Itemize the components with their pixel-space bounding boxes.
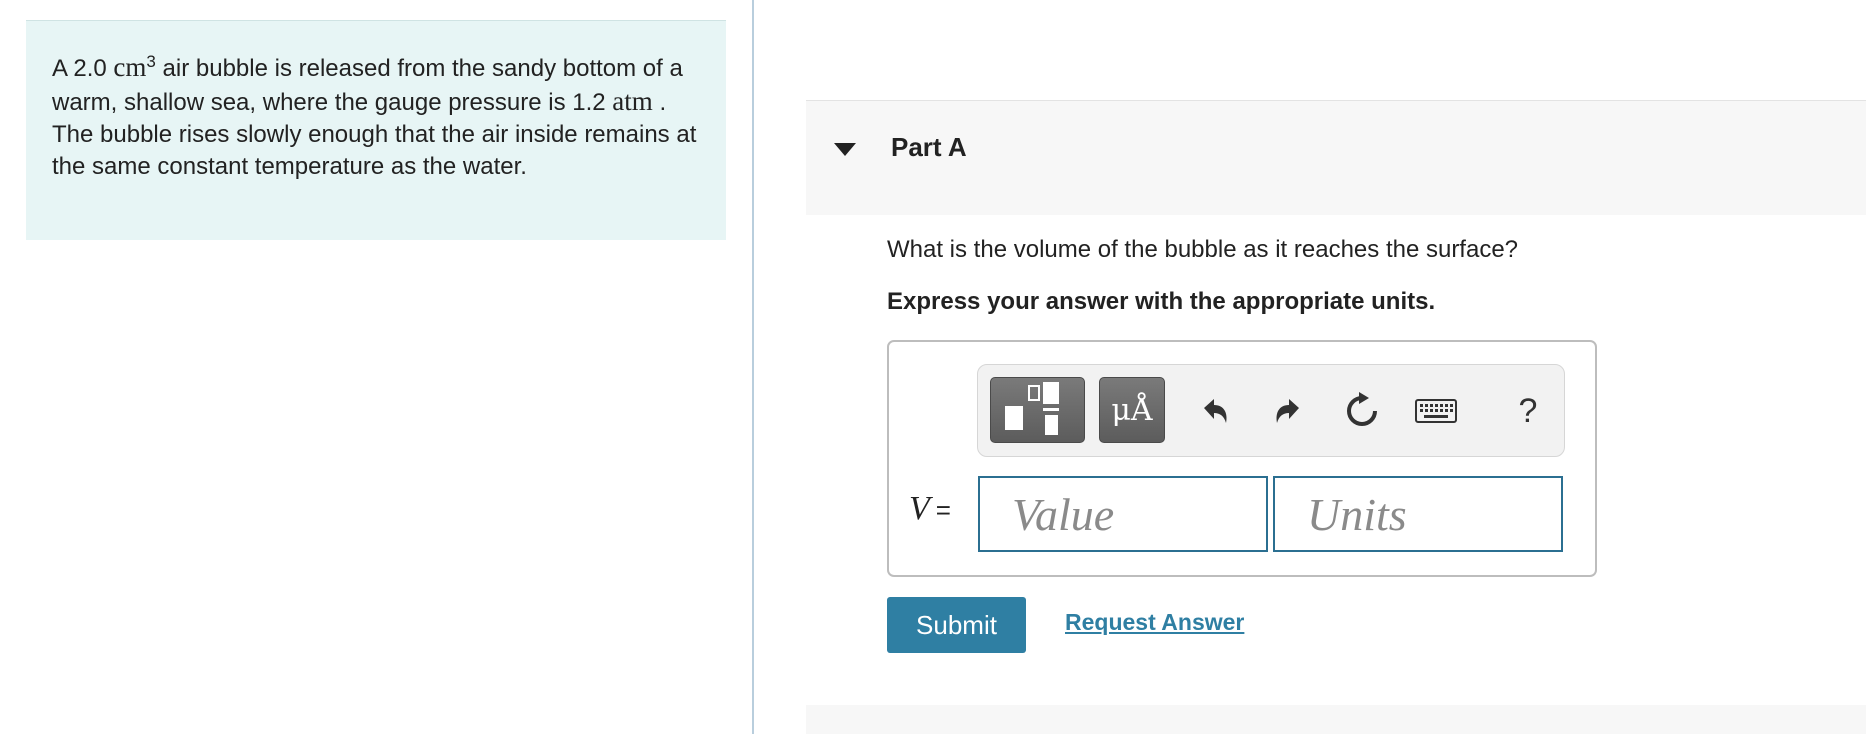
problem-prefix: A 2.0	[52, 55, 107, 82]
equals-sign: =	[935, 495, 951, 525]
question-text: What is the volume of the bubble as it r…	[887, 236, 1519, 263]
panel-divider	[752, 0, 754, 734]
value-input[interactable]	[980, 478, 1266, 550]
units-button[interactable]: μÅ	[1099, 377, 1165, 443]
value-field[interactable]	[978, 476, 1268, 552]
templates-button[interactable]	[990, 377, 1085, 443]
problem-statement: A 2.0 cm3 air bubble is released from th…	[26, 20, 726, 240]
next-part-band	[806, 705, 1866, 734]
undo-icon[interactable]	[1193, 389, 1237, 433]
collapse-caret-icon[interactable]	[834, 143, 856, 156]
variable-name: V	[909, 490, 930, 527]
help-icon[interactable]: ?	[1508, 389, 1548, 433]
templates-icon	[1005, 382, 1059, 435]
reset-icon[interactable]	[1340, 389, 1384, 433]
variable-label: V =	[909, 490, 951, 528]
redo-icon[interactable]	[1266, 389, 1310, 433]
unit-cm: cm	[113, 52, 147, 82]
unit-exponent: 3	[146, 52, 156, 71]
part-title: Part A	[891, 132, 967, 162]
submit-button[interactable]: Submit	[887, 597, 1026, 653]
part-header[interactable]: Part A	[806, 100, 1866, 215]
units-input[interactable]	[1275, 478, 1561, 550]
answer-box: μÅ ? V =	[887, 340, 1597, 577]
instruction-text: Express your answer with the appropriate…	[887, 288, 1436, 315]
keyboard-icon[interactable]	[1413, 389, 1459, 433]
unit-atm: atm	[612, 86, 653, 116]
request-answer-link[interactable]: Request Answer	[1065, 609, 1244, 636]
units-icon: μÅ	[1111, 393, 1153, 428]
math-toolbar: μÅ ?	[977, 364, 1565, 457]
units-field[interactable]	[1273, 476, 1563, 552]
